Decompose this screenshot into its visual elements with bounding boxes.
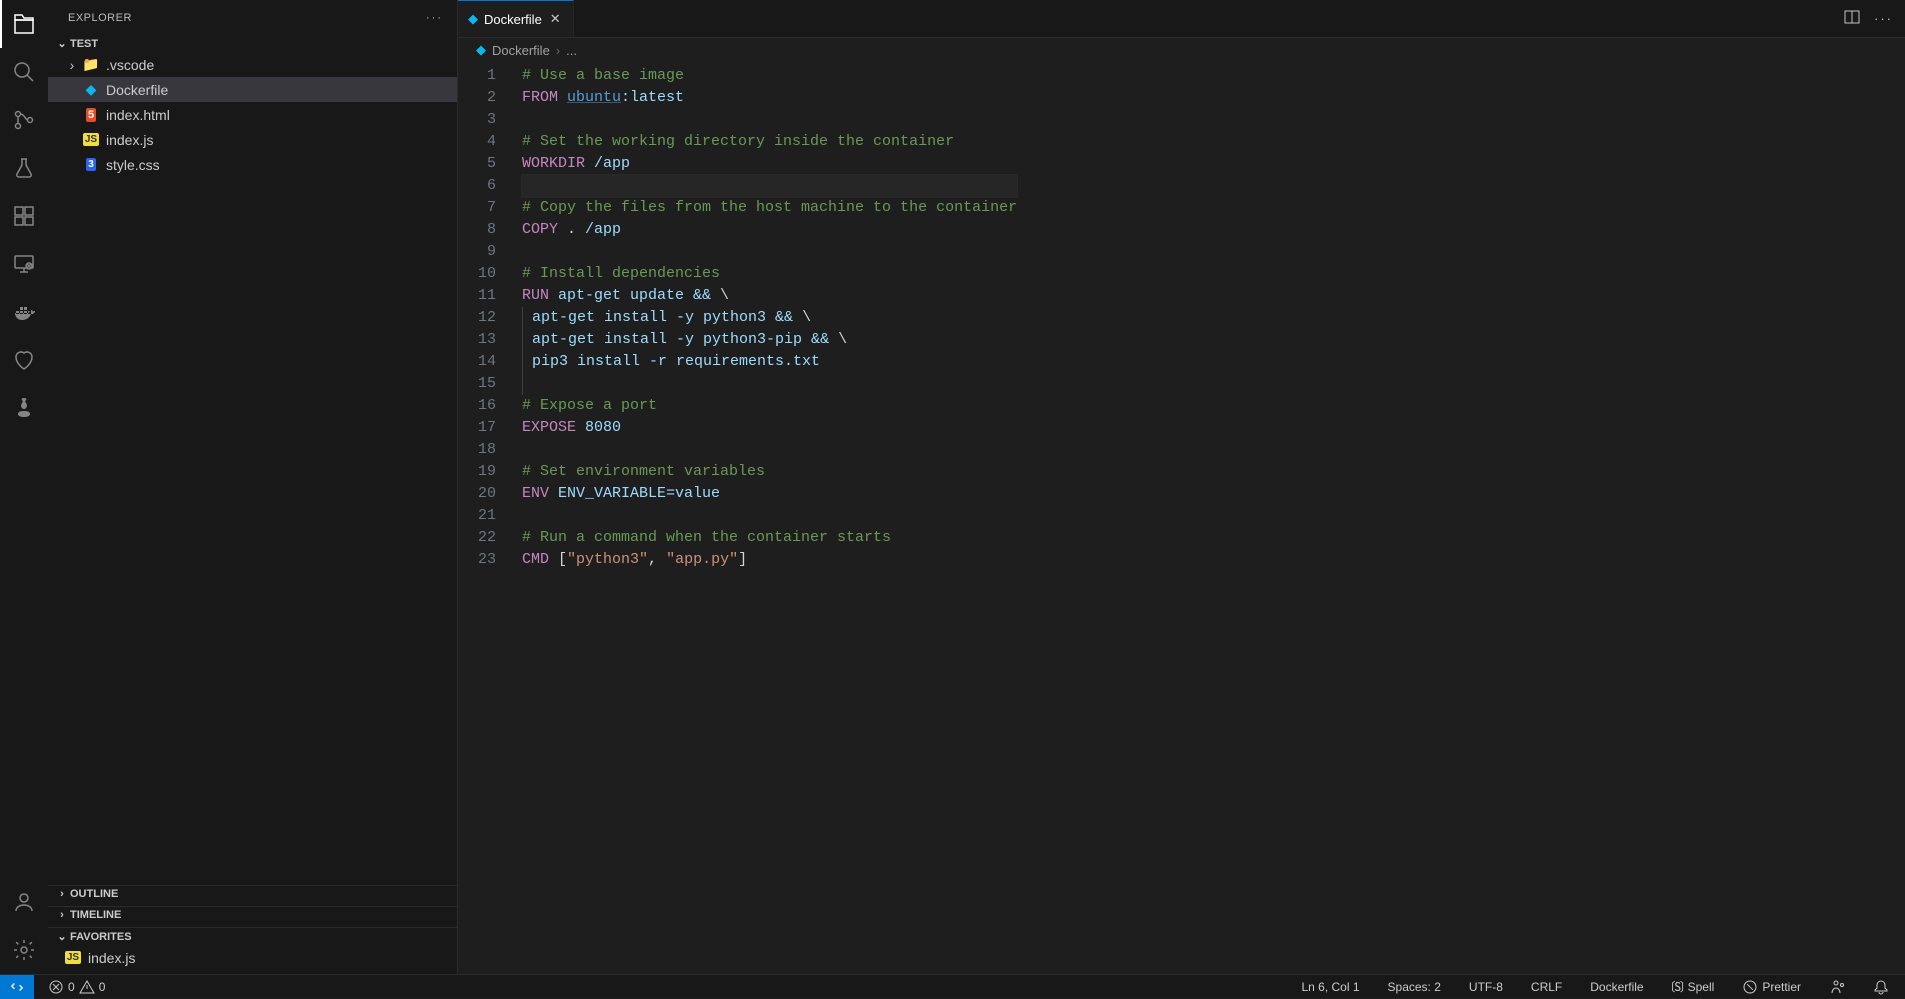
docker-icon: ◆: [468, 11, 478, 27]
sidebar-title: EXPLORER: [68, 12, 132, 24]
indentation-status[interactable]: Spaces: 2: [1382, 980, 1447, 994]
tree-label: Dockerfile: [106, 82, 168, 98]
activity-bar: [0, 0, 48, 974]
testing-icon[interactable]: [0, 144, 48, 192]
more-icon[interactable]: ···: [1874, 11, 1893, 26]
docker-icon[interactable]: [0, 288, 48, 336]
file-tree: ›📁.vscode◆Dockerfile5index.htmlJSindex.j…: [48, 52, 457, 177]
docker-icon: ◆: [476, 42, 486, 58]
source-control-icon[interactable]: [0, 96, 48, 144]
chevron-down-icon: ⌄: [54, 930, 70, 943]
language-mode[interactable]: Dockerfile: [1584, 980, 1649, 994]
breadcrumb-tail: ...: [566, 43, 577, 58]
problems-status[interactable]: 0 0: [42, 979, 111, 995]
status-bar: 0 0 Ln 6, Col 1 Spaces: 2 UTF-8 CRLF Doc…: [0, 974, 1905, 998]
js-icon: JS: [80, 133, 102, 146]
chevron-right-icon: ›: [556, 43, 560, 58]
tab-dockerfile[interactable]: ◆ Dockerfile ✕: [458, 0, 574, 37]
editor-area: ◆ Dockerfile ✕ ··· ◆ Dockerfile › ... 12…: [458, 0, 1905, 974]
extensions-icon[interactable]: [0, 192, 48, 240]
timeline-section[interactable]: › TIMELINE: [48, 907, 457, 923]
remote-button[interactable]: [0, 975, 34, 999]
close-icon[interactable]: ✕: [548, 11, 563, 27]
accounts-icon[interactable]: [0, 878, 48, 926]
warning-count: 0: [99, 980, 106, 994]
outline-section[interactable]: › OUTLINE: [48, 886, 457, 902]
tab-label: Dockerfile: [484, 12, 542, 27]
error-count: 0: [68, 980, 75, 994]
explorer-icon[interactable]: [0, 0, 48, 48]
project-name: TEST: [70, 38, 98, 50]
timeline-label: TIMELINE: [70, 909, 121, 921]
js-icon: JS: [62, 951, 84, 964]
folder-icon: 📁: [80, 56, 102, 73]
favorites-label: FAVORITES: [70, 931, 132, 943]
chevron-right-icon: ›: [54, 888, 70, 900]
project-header[interactable]: ⌄ TEST: [48, 35, 457, 52]
cursor-position[interactable]: Ln 6, Col 1: [1295, 980, 1365, 994]
spell-icon: 🄪: [1672, 978, 1684, 995]
tree-label: style.css: [106, 157, 160, 173]
notifications-icon[interactable]: [1867, 979, 1895, 995]
encoding-status[interactable]: UTF-8: [1463, 980, 1509, 994]
code-content[interactable]: # Use a base imageFROM ubuntu:latest # S…: [522, 62, 1017, 974]
minimap[interactable]: [1801, 65, 1891, 145]
prettier-status[interactable]: Prettier: [1736, 979, 1807, 995]
file-item[interactable]: JS index.js: [48, 127, 457, 152]
docker-icon: ◆: [80, 81, 102, 98]
breadcrumb[interactable]: ◆ Dockerfile › ...: [458, 38, 1905, 62]
outline-label: OUTLINE: [70, 888, 118, 900]
split-editor-icon[interactable]: [1844, 9, 1860, 28]
folder-item[interactable]: ›📁.vscode: [48, 52, 457, 77]
remote-explorer-icon[interactable]: [0, 240, 48, 288]
tree-label: index.html: [106, 107, 170, 123]
chevron-right-icon: ›: [54, 909, 70, 921]
favorite-item[interactable]: JS index.js: [48, 945, 457, 970]
favorites-section[interactable]: ⌄ FAVORITES: [48, 928, 457, 945]
more-icon[interactable]: ···: [426, 12, 443, 24]
feedback-icon[interactable]: [1823, 979, 1851, 995]
line-gutter: 1234567891011121314151617181920212223: [458, 62, 522, 974]
tree-label: index.js: [106, 132, 153, 148]
file-item[interactable]: 3 style.css: [48, 152, 457, 177]
eol-status[interactable]: CRLF: [1525, 980, 1568, 994]
html-icon: 5: [80, 108, 102, 122]
chevron-down-icon: ⌄: [54, 37, 70, 50]
breadcrumb-file: Dockerfile: [492, 43, 550, 58]
sidebar: EXPLORER ··· ⌄ TEST ›📁.vscode◆Dockerfile…: [48, 0, 458, 974]
search-icon[interactable]: [0, 48, 48, 96]
settings-gear-icon[interactable]: [0, 926, 48, 974]
tree-label: .vscode: [106, 57, 154, 73]
chevron-right-icon: ›: [64, 57, 80, 73]
tree-label: index.js: [88, 950, 135, 966]
spell-status[interactable]: 🄪Spell: [1666, 978, 1721, 995]
favorites-heart-icon[interactable]: [0, 336, 48, 384]
file-item[interactable]: 5 index.html: [48, 102, 457, 127]
genie-icon[interactable]: [0, 384, 48, 432]
tab-bar: ◆ Dockerfile ✕ ···: [458, 0, 1905, 38]
css-icon: 3: [80, 158, 102, 171]
file-item[interactable]: ◆Dockerfile: [48, 77, 457, 102]
editor-body[interactable]: 1234567891011121314151617181920212223 # …: [458, 62, 1905, 974]
